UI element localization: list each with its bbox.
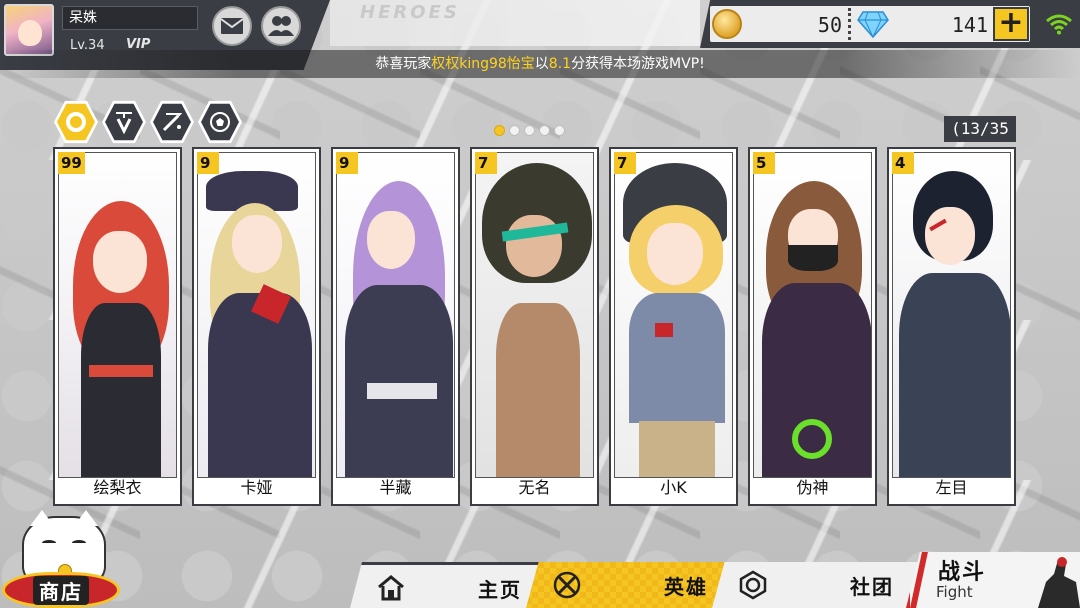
hero-portrait [197,152,316,478]
gold-coin-icon [712,9,742,39]
page-dot[interactable] [494,125,505,136]
announcement-mid: 以 [534,56,549,72]
shop-plaque: 商店 [2,572,120,608]
hero-level: 9 [336,152,358,174]
page-dot[interactable] [509,125,520,136]
wand-icon [162,113,183,132]
hero-count: (13/35 [944,116,1016,142]
add-currency-button[interactable]: + [993,7,1029,41]
hero-portrait [753,152,872,478]
bottom-nav: 主页 英雄 社团 [330,562,922,608]
mvp-announcement: 恭喜玩家权权king98怡宝以8.1分获得本场游戏MVP! [0,50,1080,78]
warrior-silhouette-icon [1038,557,1080,608]
hero-level: 4 [892,152,914,174]
hero-level: 5 [753,152,775,174]
fight-title: 战斗 [938,560,987,585]
shop-button[interactable]: 商店 [2,510,120,608]
shop-label: 商店 [33,575,89,605]
hero-portrait [475,152,594,478]
announcement-score: 8.1 [548,56,572,72]
page-dot[interactable] [554,125,565,136]
resource-divider [848,8,851,40]
tab-club-label: 社团 [850,575,894,599]
friends-icon [268,16,294,36]
hero-card[interactable]: 7 小K [609,147,738,506]
tab-home-label: 主页 [478,578,522,602]
fight-button[interactable]: 战斗 Fight [906,552,1080,608]
header-ghost-text: HEROES [360,2,460,23]
ring-icon [66,112,86,132]
hero-level: 7 [614,152,636,174]
page-dot[interactable] [524,125,535,136]
hero-portrait [336,152,455,478]
fight-subtitle: Fight [936,583,973,601]
hero-card[interactable]: 9 半藏 [331,147,460,506]
page-indicator [494,125,565,136]
ball-icon [210,112,230,132]
hero-portrait [58,152,177,478]
hero-name: 无名 [518,478,551,497]
diamond-icon [857,11,889,38]
gem-count: 141 [951,13,988,37]
hero-name: 左目 [935,478,968,497]
tab-club[interactable]: 社团 [712,562,922,608]
hero-level: 7 [475,152,497,174]
player-name: 呆姝 [62,6,198,30]
hero-level: 9 [197,152,219,174]
coin-count: 50 [817,13,842,37]
hero-name: 卡娅 [240,478,273,497]
hero-card[interactable]: 99 绘梨衣 [53,147,182,506]
home-icon [378,575,404,601]
hero-name: 伪神 [796,478,829,497]
crossed-swords-icon [553,571,581,599]
hero-level: 99 [58,152,85,174]
tab-heroes-label: 英雄 [664,575,708,599]
hero-portrait [614,152,733,478]
hero-name: 绘梨衣 [93,478,142,497]
hero-card[interactable]: 9 卡娅 [192,147,321,506]
announcement-player: 权权king98怡宝 [431,56,535,72]
hero-portrait [892,152,1011,478]
network-status [1038,0,1080,48]
page-dot[interactable] [539,125,550,136]
tab-home[interactable]: 主页 [350,562,550,608]
shield-v-icon [116,112,132,134]
announcement-suffix: 分获得本场游戏MVP! [571,56,705,72]
mail-icon [220,18,244,34]
hero-card[interactable]: 7 无名 [470,147,599,506]
wifi-icon [1046,14,1072,35]
avatar[interactable] [4,4,54,56]
hero-name: 半藏 [379,478,412,497]
club-emblem-icon [739,570,767,600]
announcement-prefix: 恭喜玩家 [375,56,432,72]
hero-name: 小K [660,478,687,497]
hero-card[interactable]: 5 伪神 [748,147,877,506]
header-stripe: HEROES [330,0,700,46]
mail-button[interactable] [212,6,252,46]
hero-card[interactable]: 4 左目 [887,147,1016,506]
friends-button[interactable] [261,6,301,46]
tab-heroes[interactable]: 英雄 [526,562,736,608]
